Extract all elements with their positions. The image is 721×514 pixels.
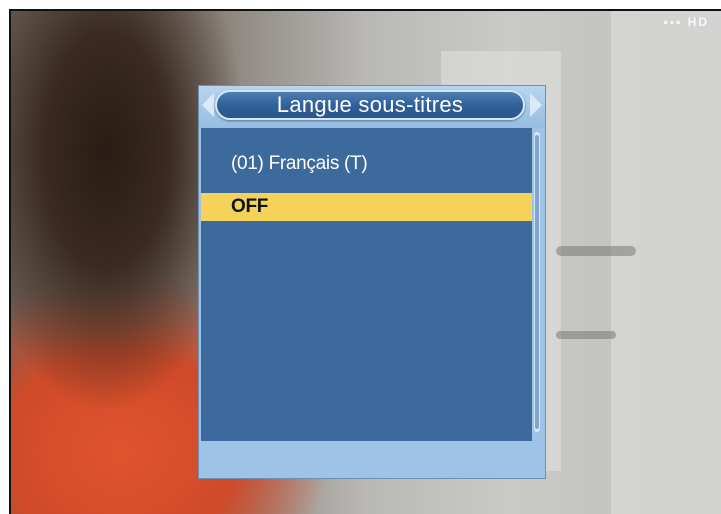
dialog-title: Langue sous-titres bbox=[276, 92, 464, 117]
dialog-footer bbox=[199, 442, 545, 478]
list-item-label: (01) Français (T) bbox=[231, 153, 368, 174]
chevron-left-icon[interactable] bbox=[202, 93, 214, 117]
hd-indicator: ▪▪▪ HD bbox=[663, 15, 709, 29]
dialog-title-pill: Langue sous-titres bbox=[215, 90, 525, 120]
scrollbar-thumb[interactable] bbox=[535, 135, 539, 429]
list-item-label: OFF bbox=[231, 196, 269, 217]
dialog-header: Langue sous-titres bbox=[199, 86, 545, 128]
chevron-right-icon[interactable] bbox=[530, 93, 542, 117]
list-item-francais[interactable]: (01) Français (T) bbox=[201, 150, 532, 178]
subtitle-language-dialog: Langue sous-titres (01) Français (T) OFF bbox=[198, 85, 546, 479]
scrollbar[interactable] bbox=[534, 132, 540, 432]
list-item-off[interactable]: OFF bbox=[201, 193, 532, 221]
subtitle-options-list: (01) Français (T) OFF bbox=[201, 128, 532, 441]
